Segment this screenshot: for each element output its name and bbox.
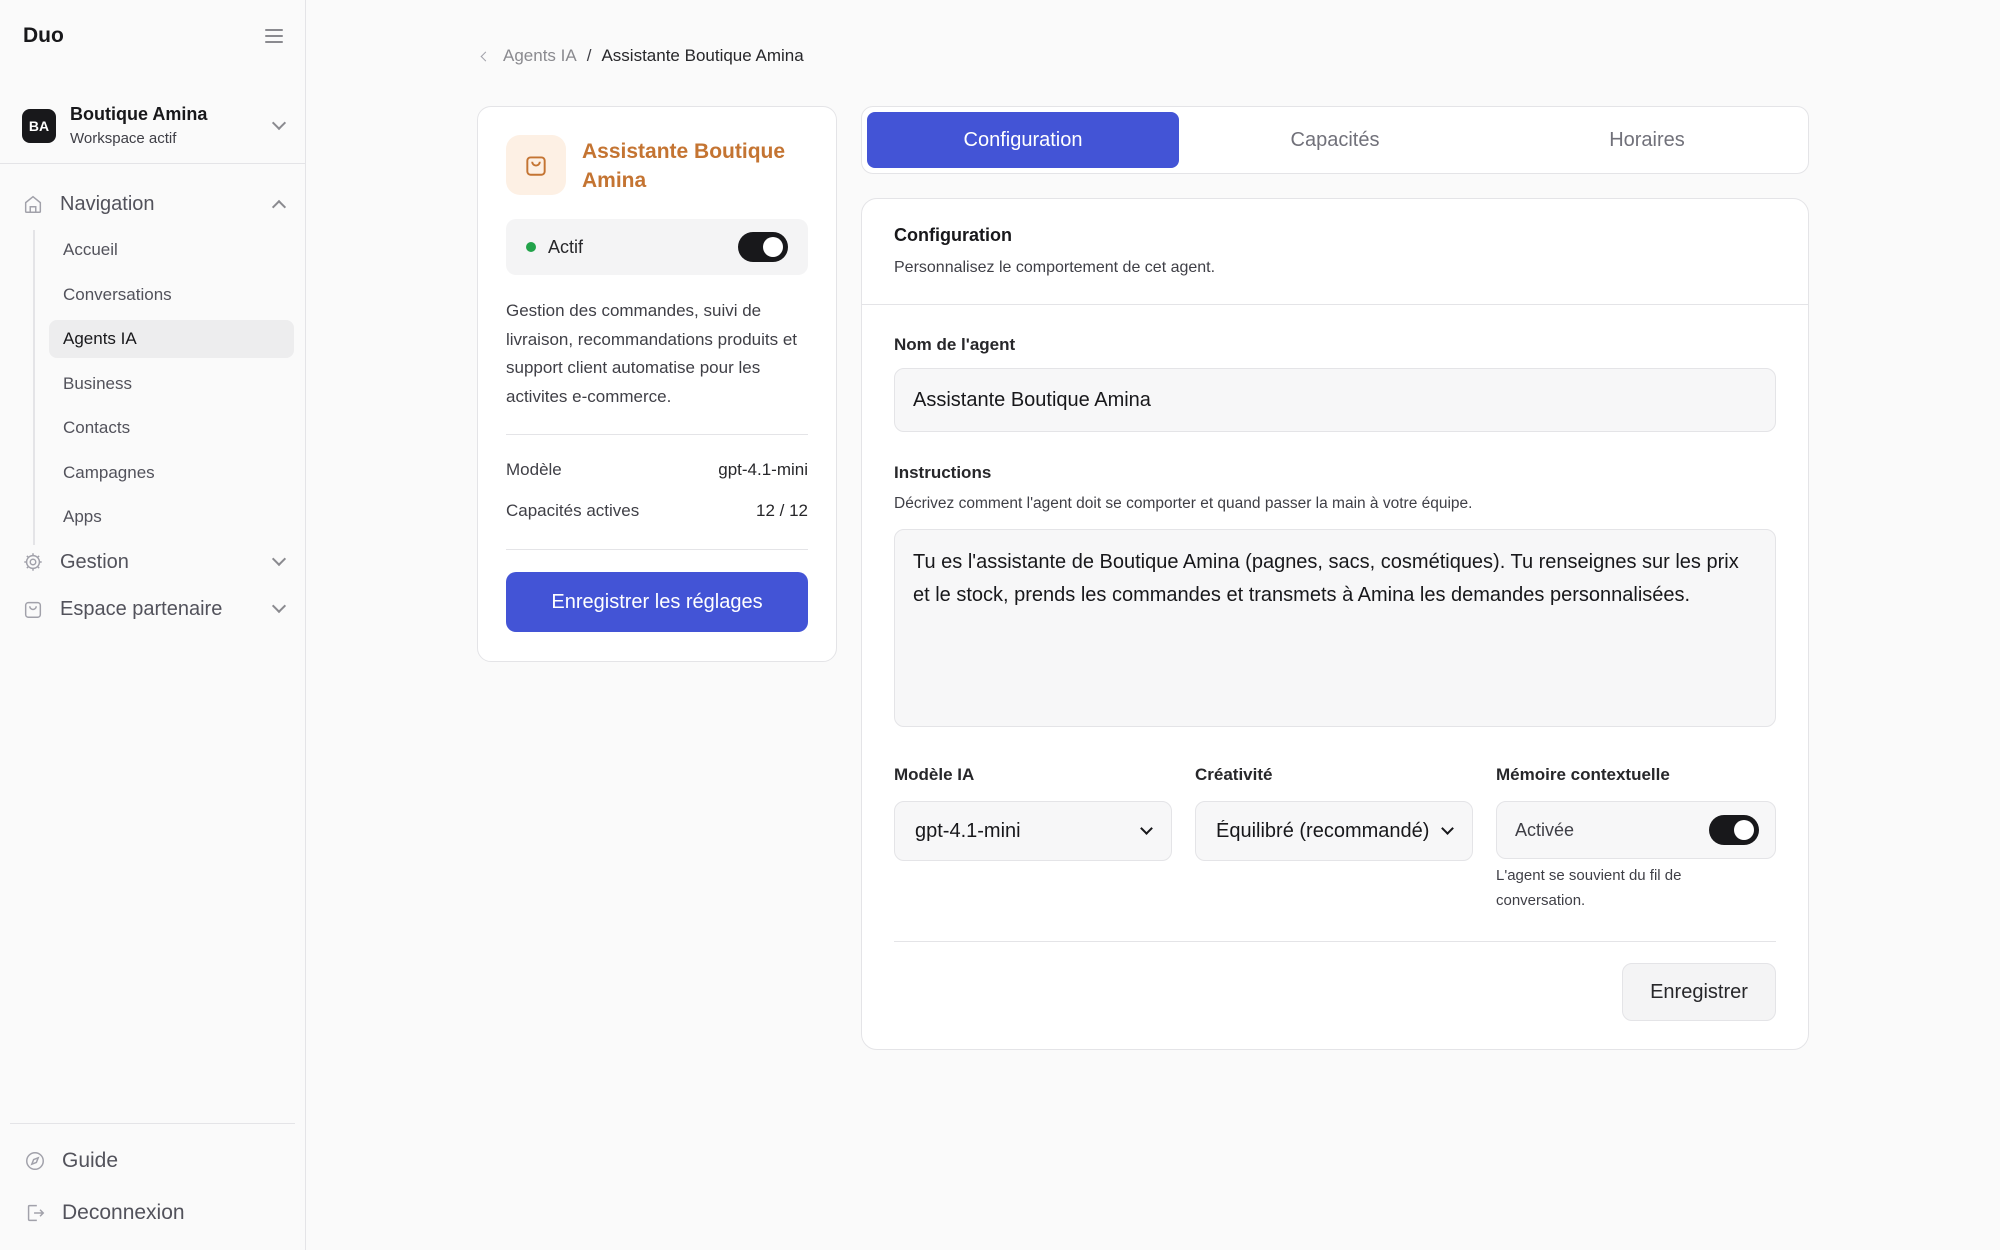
workspace-switcher[interactable]: BA Boutique Amina Workspace actif (0, 88, 306, 164)
chevron-down-icon (271, 115, 287, 130)
agent-capabilities-value: 12 / 12 (756, 501, 808, 520)
agent-header: Assistante Boutique Amina (506, 135, 802, 195)
sidebar-item-apps[interactable]: Apps (49, 498, 294, 536)
sidebar: Duo BA Boutique Amina Workspace actif Na… (0, 0, 306, 1250)
card-divider (506, 549, 808, 550)
workspace-name: Boutique Amina (70, 104, 208, 124)
shopping-bag-icon (526, 156, 546, 176)
agent-status-label: Actif (548, 236, 584, 257)
toggle-knob (1734, 820, 1754, 840)
sidebar-item-agents-ia[interactable]: Agents IA (49, 320, 294, 358)
tab-horaires[interactable]: Horaires (1491, 112, 1803, 168)
instructions-hint: Décrivez comment l'agent doit se comport… (894, 495, 1473, 512)
chevron-left-icon[interactable] (480, 51, 491, 61)
nav-group-espace-partenaire[interactable]: Espace partenaire (22, 589, 287, 629)
agent-capabilities-label: Capacités actives (506, 501, 640, 520)
chevron-down-icon (271, 598, 287, 614)
memory-hint: L'agent se souvient du fil de conversati… (1496, 867, 1682, 909)
panel-divider (862, 304, 1808, 305)
card-divider (506, 434, 808, 435)
nav-group-gestion[interactable]: Gestion (22, 542, 287, 582)
sidebar-item-logout[interactable]: Deconnexion (24, 1193, 286, 1233)
workspace-status: Workspace actif (70, 130, 177, 147)
save-button[interactable]: Enregistrer (1622, 963, 1776, 1021)
breadcrumb-current: Assistante Boutique Amina (601, 46, 804, 65)
menu-icon[interactable] (265, 29, 283, 43)
memory-status: Activée (1515, 819, 1575, 840)
creativity-select-label: Créativité (1195, 765, 1273, 784)
tab-capacites[interactable]: Capacités (1179, 112, 1491, 168)
agent-description: Gestion des commandes, suivi de livraiso… (506, 301, 798, 406)
nav-group-label: Navigation (60, 192, 155, 215)
sidebar-item-guide[interactable]: Guide (24, 1141, 286, 1181)
status-dot-icon (526, 242, 536, 252)
configuration-panel: Configuration Personnalisez le comportem… (861, 198, 1809, 1050)
panel-title: Configuration (894, 225, 1012, 245)
nav-group-label: Gestion (60, 550, 129, 573)
brand-logo: Duo (23, 24, 64, 47)
agent-name-label: Nom de l'agent (894, 335, 1016, 354)
sidebar-divider (10, 1123, 295, 1124)
sidebar-item-accueil[interactable]: Accueil (49, 231, 294, 269)
nav-group-navigation[interactable]: Navigation (22, 184, 287, 224)
nav-group-label: Espace partenaire (60, 597, 223, 620)
workspace-avatar: BA (22, 108, 56, 143)
nav-tree-line (33, 230, 35, 545)
agent-model-row: Modèle gpt-4.1-mini (506, 460, 808, 480)
agent-tabs: Configuration Capacités Horaires (861, 106, 1809, 174)
model-select[interactable]: gpt-4.1-mini (894, 801, 1172, 861)
agent-model-label: Modèle (506, 460, 562, 479)
creativity-select[interactable]: Équilibré (recommandé) (1195, 801, 1473, 861)
home-icon (24, 195, 42, 213)
model-select-label: Modèle IA (894, 765, 975, 784)
instructions-textarea[interactable]: Tu es l'assistante de Boutique Amina (pa… (894, 529, 1776, 727)
brand-row: Duo (23, 20, 283, 52)
agent-summary-card: Assistante Boutique Amina Actif Gestion … (477, 106, 837, 662)
memory-label: Mémoire contextuelle (1496, 765, 1670, 784)
shopping-bag-icon (24, 601, 42, 618)
model-select-value: gpt-4.1-mini (915, 819, 1021, 842)
compass-icon (26, 1152, 44, 1170)
sidebar-item-conversations[interactable]: Conversations (49, 276, 294, 314)
chevron-down-icon (1441, 822, 1454, 835)
memory-toggle[interactable] (1709, 815, 1759, 845)
creativity-select-value: Équilibré (recommandé) (1216, 819, 1430, 842)
logout-icon (27, 1204, 45, 1222)
chevron-up-icon (271, 199, 287, 215)
breadcrumb-link-agents[interactable]: Agents IA (503, 46, 577, 66)
gear-icon (24, 553, 42, 571)
sidebar-item-campagnes[interactable]: Campagnes (49, 454, 294, 492)
chevron-down-icon (1140, 822, 1153, 835)
chevron-down-icon (271, 551, 287, 567)
breadcrumb: Agents IA / Assistante Boutique Amina (480, 46, 804, 66)
panel-divider (894, 941, 1776, 942)
agent-model-value: gpt-4.1-mini (718, 460, 808, 479)
agent-avatar (506, 135, 566, 195)
sidebar-item-label: Guide (62, 1149, 119, 1172)
breadcrumb-separator: / (586, 46, 592, 65)
sidebar-item-label: Deconnexion (62, 1201, 185, 1224)
agent-active-toggle[interactable] (738, 232, 788, 262)
memory-toggle-row: Activée (1496, 801, 1776, 859)
sidebar-item-business[interactable]: Business (49, 365, 294, 403)
agent-capabilities-row: Capacités actives 12 / 12 (506, 501, 808, 521)
sidebar-item-contacts[interactable]: Contacts (49, 409, 294, 447)
agent-name-input[interactable] (894, 368, 1776, 432)
instructions-label: Instructions (894, 463, 992, 482)
agent-status-row: Actif (506, 219, 808, 275)
save-settings-button[interactable]: Enregistrer les réglages (506, 572, 808, 632)
toggle-knob (763, 237, 783, 257)
tab-configuration[interactable]: Configuration (867, 112, 1179, 168)
panel-subtitle: Personnalisez le comportement de cet age… (894, 259, 1216, 276)
agent-title: Assistante Boutique Amina (582, 140, 786, 192)
